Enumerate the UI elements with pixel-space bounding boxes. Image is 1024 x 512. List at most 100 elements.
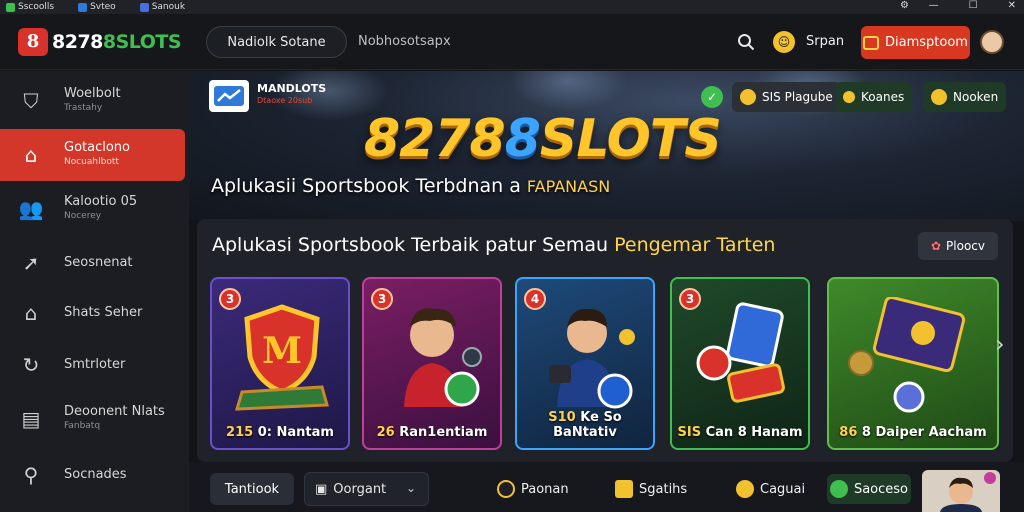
logo-text-part: 8SLOTS [102,31,182,53]
search-icon[interactable] [737,33,755,51]
sidebar-item-text: Smtrloter [64,358,125,372]
hero-chip[interactable]: SIS Plagube [732,82,841,112]
logo-text: 82788SLOTS [52,31,182,53]
sidebar-item-text: Shats Seher [64,306,142,320]
flower-icon: ✿ [930,239,942,253]
saoceso-button[interactable]: Saoceso [827,474,911,504]
card-label-text: Can 8 Hanam [705,425,803,440]
tag-icon [843,91,855,103]
avatar[interactable] [922,470,1000,512]
sidebar-item-label: Deoonent Nlats [64,404,165,419]
chevron-right-icon[interactable]: › [995,330,1009,360]
sidebar-item-label: Smtrloter [64,357,126,372]
shield-icon: ⛉ [23,89,39,113]
trend-icon [829,480,848,498]
coin-icon [497,480,515,498]
game-card[interactable]: M 3 215 0: Nantam [210,277,350,450]
stack-icon [615,480,633,498]
bottom-link-sgatihs[interactable]: Sgatihs [615,480,687,498]
sidebar-item-text: Kalootio 05 Nocerey [64,195,137,223]
smile-icon [736,480,754,498]
shield-card-art: M [234,304,329,411]
panel-title: Aplukasi Sportsbook Terbaik patur Semau … [212,234,775,256]
user-icon[interactable]: ☺ [773,31,795,53]
gear-icon[interactable]: ⚙ [900,0,909,11]
minimize-button[interactable]: — [929,0,939,11]
hero-title-part: 8278 [364,109,506,169]
sidebar-item-sub: Trastahy [64,103,103,113]
sidebar-item-smtrloter[interactable]: ↻ Smtrloter [0,339,185,391]
sidebar-item-socnades[interactable]: ⚲ Socnades [0,449,185,501]
nav-pill-button[interactable]: Nadiolk Sotane [206,26,347,58]
nav-link[interactable]: Nobhosotsapx [358,34,451,49]
hero-chip-label: Nooken [953,90,999,104]
refresh-icon: ↻ [22,353,40,377]
sidebar-item-shats-seher[interactable]: ⌂ Shats Seher [0,287,185,339]
site-header: 8 82788SLOTS Nadiolk Sotane Nobhosotsapx… [0,14,1024,70]
sidebar-item-text: Gotaclono Nocuahlbott [64,141,130,169]
sidebar-item-text: Seosnenat [64,256,133,270]
sidebar-item-gotaclono[interactable]: ⌂ Gotaclono Nocuahlbott [0,129,185,181]
partner-name-text: MANDLOTS [257,82,327,95]
game-card[interactable]: 86 8 Daiper Aacham [827,277,999,450]
app-icon [139,2,149,12]
category-select-value: Oorgant [333,481,387,497]
user-label[interactable]: Srpan [806,34,844,49]
hero-chip[interactable]: Koanes [835,82,913,112]
hero-banner: MANDLOTS Dtaoxe 20sub 82788SLOTS Aplukasi… [189,71,1024,221]
deposit-button[interactable]: Diamsptoom [861,26,970,59]
hero-chip[interactable]: Nooken [923,82,1007,112]
app-icon [6,2,15,12]
taskbar-label: Sscoolls [18,2,55,12]
category-select[interactable]: ▣ Oorgant ⌄ [304,472,429,506]
sidebar-item-woelbolt[interactable]: ⛉ Woelbolt Trastahy [0,75,185,127]
card-label-text: Ran1entiam [399,425,488,440]
avatar[interactable] [980,30,1004,54]
bottom-link-paonan[interactable]: Paonan [497,480,569,498]
game-card[interactable]: 3 26 Ran1entiam [362,277,502,450]
card-label: 86 8 Daiper Aacham [829,425,997,440]
close-button[interactable]: ✕ [1008,0,1016,11]
game-card[interactable]: 4 S10 Ke So BaNtativ [515,277,655,450]
hero-chip-check[interactable]: ✓ [701,82,723,112]
house-icon: ⌂ [24,301,38,325]
game-card[interactable]: 3 SIS Can 8 Hanam [670,277,810,450]
logo-text-part: 8278 [52,31,103,53]
check-icon: ✓ [701,86,723,108]
sidebar: ⛉ Woelbolt Trastahy ⌂ Gotaclono Nocuahlbott … [0,71,189,512]
hero-subtitle-text: Aplukasii Sportsbook Terbdnan a [211,175,521,197]
panel-action-button[interactable]: ✿ Ploocv [918,232,998,260]
taskbar-item[interactable]: Svteo [78,2,116,12]
partner-logo [209,80,249,112]
document-icon: ▤ [21,407,41,431]
sidebar-item-label: Socnades [64,467,127,482]
card-badge: 3 [679,288,701,310]
taskbar-item[interactable]: Sscoolls [6,2,54,12]
sidebar-item-sub: Fanbatq [64,421,101,431]
document-icon: ▣ [315,481,328,497]
hero-chip-label: SIS Plagube [762,90,833,104]
card-badge: 3 [371,288,393,310]
card-label-text: 8 Daiper Aacham [861,425,987,440]
sidebar-item-label: Shats Seher [64,305,143,320]
maximize-button[interactable]: ☐ [969,0,978,11]
hero-subtitle-accent: FAPANASN [526,177,611,196]
tab-tantiook[interactable]: Tantiook [210,473,294,505]
wallet-icon [863,35,880,50]
bottom-link-label: Sgatihs [639,481,688,497]
stadium-light [509,71,629,111]
partner-sub-text: Dtaoxe 20sub [257,96,313,105]
sidebar-item-kalootio[interactable]: 👥 Kalootio 05 Nocerey [0,183,185,235]
chevron-down-icon: ⌄ [405,481,416,495]
player-card-art [549,308,635,409]
card-label: S10 Ke So BaNtativ [517,410,653,440]
bottom-link-label: Caguai [760,481,806,497]
hero-chip-label: Koanes [861,90,905,104]
taskbar-item[interactable]: Sanouk [139,2,185,12]
sidebar-item-label: Woelbolt [64,86,121,101]
sidebar-item-seosnenat[interactable]: ➚ Seosnenat [0,237,185,289]
player-card-art [404,308,482,407]
sidebar-item-deoonent[interactable]: ▤ Deoonent Nlats Fanbatq [0,393,185,445]
bottom-link-caguai[interactable]: Caguai [736,480,805,498]
brand-logo[interactable]: 8 82788SLOTS [18,28,182,56]
